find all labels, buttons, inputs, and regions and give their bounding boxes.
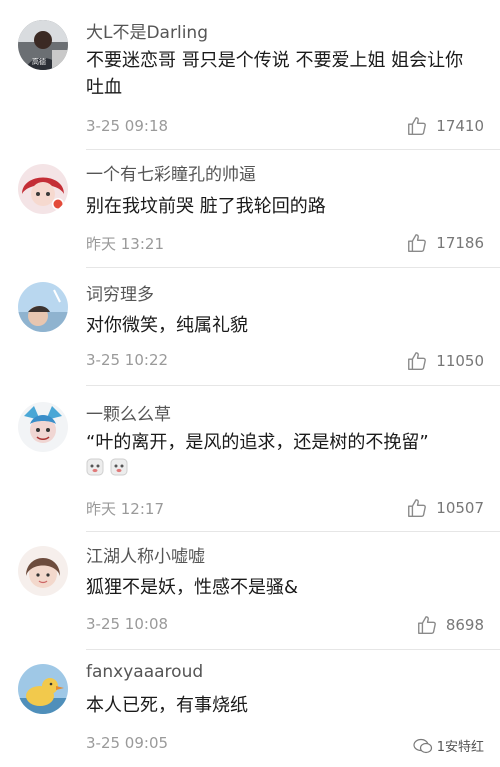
- comment-time: 3-25 10:22: [86, 351, 169, 369]
- emoji-stickers: [86, 458, 128, 476]
- comment-item: 一个有七彩瞳孔的帅逼 别在我坟前哭 脏了我轮回的路 昨天 13:21 17186: [0, 150, 500, 268]
- comment-username[interactable]: 词穷理多: [86, 280, 154, 305]
- like-button[interactable]: 11050: [406, 350, 484, 372]
- comment-text: 不要迷恋哥 哥只是个传说 不要爱上姐 姐会让你吐血: [86, 50, 464, 98]
- comment-time: 昨天 12:17: [86, 500, 164, 518]
- comment-text: 本人已死，有事烧纸: [86, 695, 248, 716]
- comment-username[interactable]: fanxyaaaroud: [86, 662, 203, 682]
- avatar-badge-text: 高德: [32, 58, 46, 66]
- like-count: 10507: [436, 499, 484, 517]
- comment-time: 3-25 09:18: [86, 117, 169, 135]
- comment-item: 高德 大L不是Darling 不要迷恋哥 哥只是个传说 不要爱上姐 姐会让你吐血…: [0, 0, 500, 150]
- like-count: 8698: [445, 616, 484, 634]
- like-button[interactable]: 8698: [416, 614, 484, 636]
- comment-text: 对你微笑，纯属礼貌: [86, 315, 248, 336]
- sticker-icon: [86, 458, 104, 476]
- comment-username[interactable]: 一个有七彩瞳孔的帅逼: [86, 160, 256, 185]
- comment-item: 一颗么么草 “叶的离开，是风的追求，还是树的不挽留” 昨天 12:17 1050…: [0, 386, 500, 532]
- like-count: 17186: [436, 234, 484, 252]
- avatar[interactable]: [18, 546, 68, 596]
- thumbs-up-icon: [416, 614, 438, 636]
- like-button[interactable]: 10507: [406, 497, 484, 519]
- thumbs-up-icon: [406, 497, 428, 519]
- comment-time: 昨天 13:21: [86, 235, 164, 253]
- comment-text: 别在我坟前哭 脏了我轮回的路: [86, 196, 326, 217]
- like-count: 17410: [436, 117, 484, 135]
- comment-username[interactable]: 一颗么么草: [86, 400, 171, 425]
- avatar[interactable]: [18, 164, 68, 214]
- avatar[interactable]: 高德: [18, 20, 68, 70]
- comment-text: “叶的离开，是风的追求，还是树的不挽留”: [86, 432, 429, 453]
- thumbs-up-icon: [406, 350, 428, 372]
- comment-time: 3-25 09:05: [86, 734, 169, 752]
- avatar[interactable]: [18, 282, 68, 332]
- comment-username[interactable]: 江湖人称小嘘嘘: [86, 542, 205, 567]
- thumbs-up-icon: [406, 232, 428, 254]
- comment-item: 江湖人称小嘘嘘 狐狸不是妖，性感不是骚& 3-25 10:08 8698: [0, 532, 500, 650]
- comment-item: 词穷理多 对你微笑，纯属礼貌 3-25 10:22 11050: [0, 268, 500, 386]
- thumbs-up-icon: [406, 115, 428, 137]
- like-count: 11050: [436, 352, 484, 370]
- wechat-icon: [413, 738, 432, 753]
- comment-time: 3-25 10:08: [86, 615, 169, 633]
- watermark-text: 1安特红: [436, 740, 484, 755]
- comment-username[interactable]: 大L不是Darling: [86, 18, 208, 43]
- avatar[interactable]: [18, 664, 68, 714]
- avatar[interactable]: [18, 402, 68, 452]
- watermark: 1安特红: [413, 736, 484, 755]
- like-button[interactable]: 17410: [406, 115, 484, 137]
- like-button[interactable]: 17186: [406, 232, 484, 254]
- sticker-icon: [110, 458, 128, 476]
- comment-text: 狐狸不是妖，性感不是骚&: [86, 577, 299, 598]
